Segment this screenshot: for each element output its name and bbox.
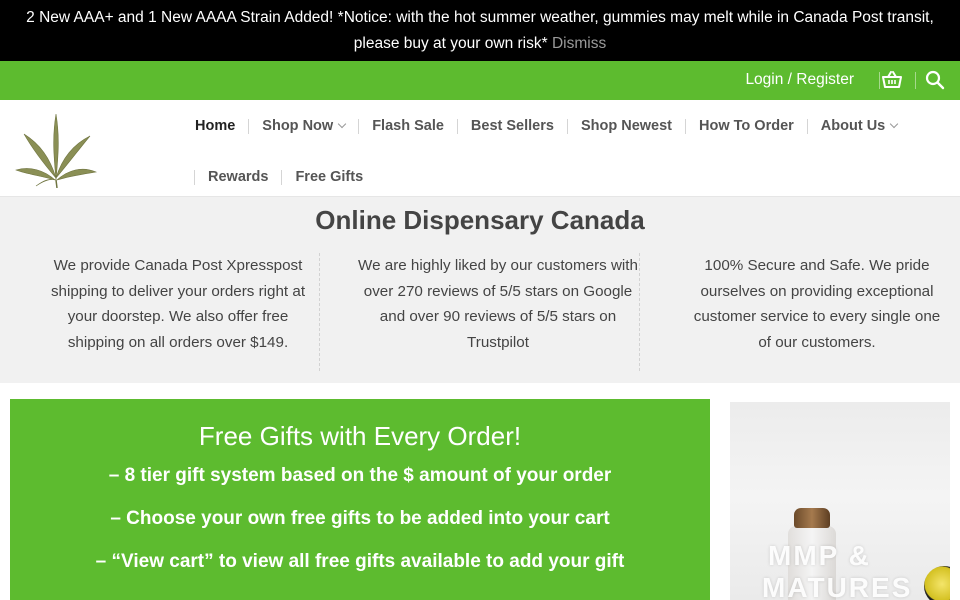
top-bar: Login / Register [0,61,960,100]
nav-best-sellers[interactable]: Best Sellers [471,118,554,134]
nav-rewards[interactable]: Rewards [208,169,268,185]
column-divider [639,253,640,371]
nav-divider [566,118,568,134]
banner-text: MATURES [762,572,913,600]
nav-flash-sale[interactable]: Flash Sale [372,118,444,134]
nav-shop-newest[interactable]: Shop Newest [581,118,672,134]
nav-divider [685,118,686,134]
cannabis-leaf-logo[interactable] [14,108,98,189]
nav-home[interactable]: Home [195,118,235,134]
login-register-link[interactable]: Login / Register [745,61,854,98]
nav-divider [358,118,360,134]
info-section: Online Dispensary Canada We provide Cana… [0,197,960,383]
nav-about-us[interactable]: About Us [821,118,899,134]
topbar-divider [915,72,916,89]
page-title: Online Dispensary Canada [315,205,645,235]
nav-divider [194,169,195,185]
main-nav: Home Shop Now Flash Sale Best Sellers Sh… [195,115,899,137]
notice-bar: 2 New AAA+ and 1 New AAAA Strain Added! … [0,0,960,61]
promo-line: – Choose your own free gifts to be added… [110,508,610,529]
jar-lid-image [794,508,830,528]
nav-divider [456,118,458,134]
dismiss-link[interactable]: Dismiss [552,35,606,52]
site-header: Home Shop Now Flash Sale Best Sellers Sh… [0,100,960,197]
info-reviews-text: We are highly liked by our customers wit… [358,257,638,351]
promo-line: – 8 tier gift system based on the $ amou… [108,465,612,486]
chevron-down-icon [889,119,899,129]
info-shipping-text: We provide Canada Post Xpresspost shippi… [50,257,306,351]
promo-title: Free Gifts with Every Order! [198,421,522,451]
free-gifts-promo: Free Gifts with Every Order! – 8 tier gi… [10,399,710,600]
banner-text: MMP & [768,540,871,571]
nav-divider [248,118,250,134]
nav-free-gifts[interactable]: Free Gifts [295,169,363,185]
secondary-nav: Rewards Free Gifts [194,166,363,188]
topbar-divider [879,72,880,89]
chevron-down-icon [337,119,347,129]
column-divider [319,253,320,371]
search-icon[interactable] [925,70,947,90]
side-banner[interactable]: MMP & MATURES [730,402,950,600]
nav-divider [806,118,808,134]
promo-line: – “View cart” to view all free gifts ava… [95,551,625,572]
notice-text: 2 New AAA+ and 1 New AAAA Strain Added! … [26,9,934,52]
nav-divider [281,169,283,185]
nav-how-to-order[interactable]: How To Order [699,118,794,134]
basket-icon[interactable] [881,70,903,90]
nav-shop-now[interactable]: Shop Now [262,118,347,134]
info-secure-text: 100% Secure and Safe. We pride ourselves… [693,257,941,351]
